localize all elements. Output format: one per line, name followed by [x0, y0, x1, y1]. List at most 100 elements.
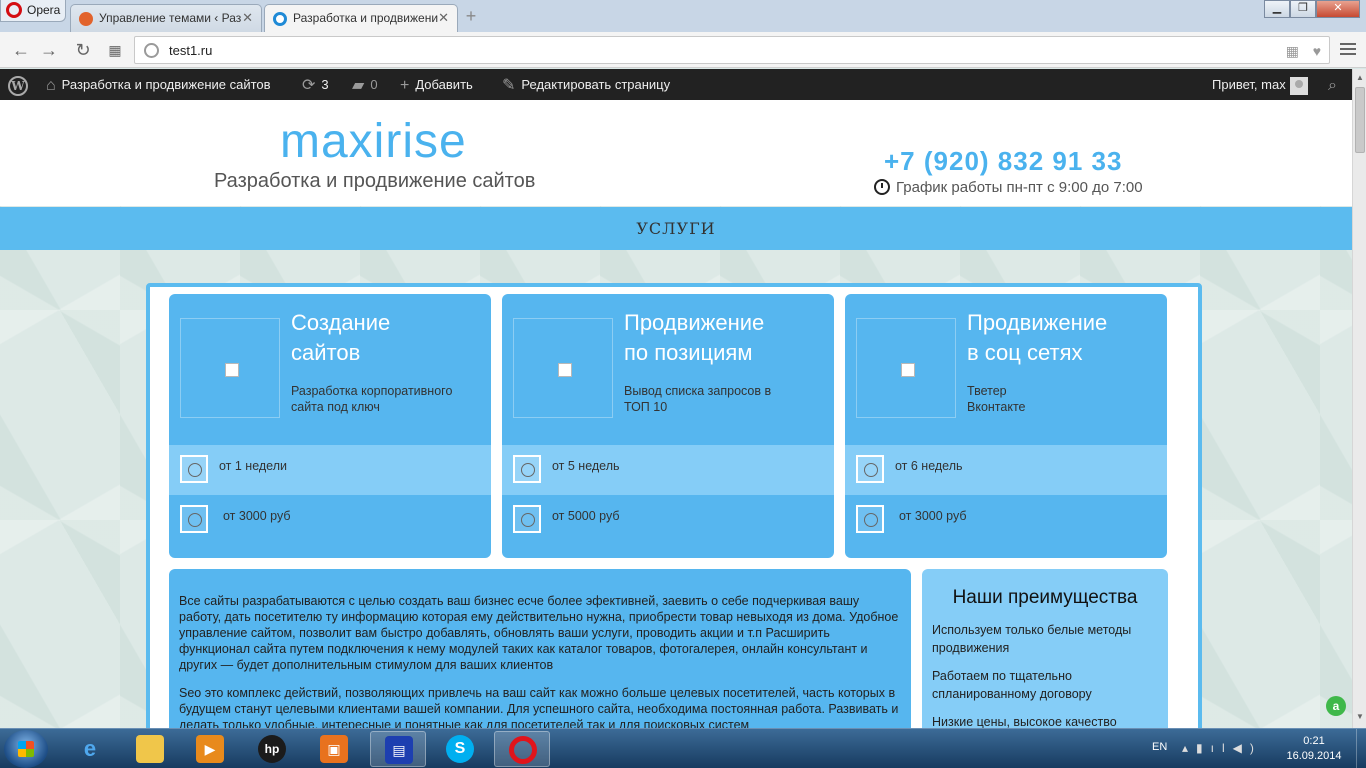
forward-arrow-icon[interactable]: → [38, 39, 60, 61]
tab-site-active[interactable]: Разработка и продвижени ✕ [264, 4, 458, 32]
service-image [180, 318, 280, 418]
price-icon [513, 505, 541, 533]
signal-icon: ıl [1210, 741, 1233, 755]
tab-close-icon[interactable]: ✕ [242, 10, 253, 26]
taskbar-explorer[interactable] [122, 731, 178, 767]
office-icon: ▣ [320, 735, 348, 763]
site-info-icon[interactable] [144, 43, 159, 58]
taskbar-media[interactable]: ▶ [182, 731, 238, 767]
main-nav: УСЛУГИ [0, 207, 1352, 250]
wp-logo-icon[interactable]: W [8, 69, 28, 100]
speed-dial-grid-icon[interactable]: ▦ [104, 39, 126, 61]
tab-title: Разработка и продвижени [293, 11, 439, 25]
add-new-link[interactable]: + Добавить [400, 69, 473, 100]
taskbar-opera[interactable] [494, 731, 550, 767]
advantage-item: Низкие цены, высокое качество [932, 715, 1117, 728]
internet-explorer-icon: e [83, 736, 97, 761]
browser-titlebar: Opera Управление темами ‹ Раз ✕ Разработ… [0, 0, 1366, 32]
minimize-button[interactable]: ▁ [1264, 0, 1290, 18]
scroll-up-arrow-icon[interactable]: ▲ [1355, 73, 1365, 85]
wp-admin-bar: W ⌂ Разработка и продвижение сайтов ⟳ 3 ▰ 0… [0, 69, 1352, 100]
service-price-row: от 3000 руб [845, 495, 1167, 545]
service-term-row: от 1 недели [169, 445, 491, 495]
alarm-clock-icon [874, 179, 890, 195]
search-icon[interactable]: ⌕ [1328, 69, 1337, 100]
clock-time: 0:21 [1303, 735, 1325, 747]
skype-icon: S [446, 735, 474, 763]
working-hours: График работы пн-пт с 9:00 до 7:00 [874, 179, 1143, 196]
advantages-block: Наши преимущества Используем только белы… [922, 569, 1168, 728]
admin-site-link[interactable]: ⌂ Разработка и продвижение сайтов [46, 69, 271, 100]
price-icon [180, 505, 208, 533]
comments-count: 0 [370, 77, 378, 92]
taskbar-hp[interactable]: hp [244, 731, 300, 767]
site-tagline: Разработка и продвижение сайтов [214, 170, 536, 192]
tab-favicon-icon [79, 12, 93, 26]
price-icon [856, 505, 884, 533]
show-desktop-button[interactable] [1356, 729, 1366, 768]
new-tab-plus-icon[interactable]: + [462, 7, 480, 26]
updates-icon: ⟳ [302, 77, 316, 95]
page-scrollbar[interactable]: ▲ ▼ [1352, 69, 1366, 728]
windows-taskbar: e ▶ hp ▣ ▤ S EN ▴▮ıl◀) 0:21 16.09.2014 [0, 728, 1366, 768]
site-header: maxirise Разработка и продвижение сайтов… [0, 100, 1352, 206]
plus-icon: + [400, 77, 410, 95]
service-card: Продвижение в соц сетях Тветер Вконтакте о… [845, 294, 1167, 558]
nav-item-services[interactable]: УСЛУГИ [636, 219, 715, 238]
url-text: test1.ru [169, 43, 213, 58]
view-grid-icon[interactable]: ▦ [1286, 43, 1299, 60]
add-label: Добавить [415, 77, 473, 92]
service-image [856, 318, 956, 418]
updates-link[interactable]: ⟳ 3 [302, 69, 329, 100]
close-window-button[interactable]: ✕ [1316, 0, 1360, 18]
service-description: Разработка корпоративного сайта под ключ [291, 384, 453, 414]
back-arrow-icon[interactable]: ← [10, 39, 32, 61]
service-price-row: от 5000 руб [502, 495, 834, 545]
hours-text: График работы пн-пт с 9:00 до 7:00 [896, 179, 1143, 196]
advantage-item: Работаем по тщательно спланированному до… [932, 669, 1092, 701]
language-indicator[interactable]: EN [1152, 741, 1167, 753]
taskbar-clock[interactable]: 0:21 16.09.2014 [1284, 734, 1344, 764]
media-player-icon: ▶ [196, 735, 224, 763]
about-paragraph: Все сайты разрабатываются с целью создат… [179, 594, 899, 672]
service-price: от 5000 руб [552, 509, 620, 523]
taskbar-office[interactable]: ▣ [306, 731, 362, 767]
tab-manage-themes[interactable]: Управление темами ‹ Раз ✕ [70, 4, 262, 32]
opera-menu-button[interactable]: Opera [0, 0, 66, 22]
maximize-button[interactable]: ❐ [1290, 0, 1316, 18]
service-term: от 5 недель [552, 459, 620, 473]
hp-icon: hp [258, 735, 286, 763]
url-field[interactable]: test1.ru ▦ ♥ [134, 36, 1330, 64]
service-term: от 6 недель [895, 459, 963, 473]
service-card: Продвижение по позициям Вывод списка запр… [502, 294, 834, 558]
system-tray[interactable]: ▴▮ıl◀) [1182, 741, 1262, 755]
browser-menu-icon[interactable] [1340, 40, 1356, 56]
taskbar-skype[interactable]: S [432, 731, 488, 767]
opera-menu-label: Opera [27, 3, 61, 17]
tab-close-icon[interactable]: ✕ [438, 10, 449, 26]
account-menu[interactable]: Привет, max [1212, 69, 1308, 100]
adblock-shield-icon[interactable]: a [1326, 696, 1346, 716]
comments-link[interactable]: ▰ 0 [352, 69, 378, 100]
greeting-text: Привет, max [1212, 77, 1286, 92]
reload-icon[interactable]: ↻ [72, 39, 94, 61]
scroll-down-arrow-icon[interactable]: ▼ [1355, 712, 1365, 724]
home-icon: ⌂ [46, 77, 56, 95]
edit-page-link[interactable]: ✎ Редактировать страницу [502, 69, 670, 100]
page-viewport: maxirise Разработка и продвижение сайтов… [0, 100, 1352, 728]
site-logo[interactable]: maxirise [280, 114, 467, 169]
address-toolbar: ← → ↻ ▦ test1.ru ▦ ♥ [0, 32, 1366, 68]
comment-icon: ▰ [352, 77, 365, 95]
taskbar-ie[interactable]: e [62, 731, 118, 767]
edit-label: Редактировать страницу [521, 77, 671, 92]
pencil-icon: ✎ [502, 77, 516, 95]
scroll-thumb[interactable] [1355, 87, 1365, 153]
advantage-item: Используем только белые методы продвижен… [932, 623, 1132, 655]
taskbar-editor[interactable]: ▤ [370, 731, 426, 767]
term-icon [180, 455, 208, 483]
bookmark-heart-icon[interactable]: ♥ [1313, 43, 1321, 59]
start-button[interactable] [4, 730, 48, 768]
service-title: Продвижение по позициям [624, 310, 765, 365]
phone-number: +7 (920) 832 91 33 [884, 146, 1123, 176]
avatar [1289, 76, 1308, 95]
